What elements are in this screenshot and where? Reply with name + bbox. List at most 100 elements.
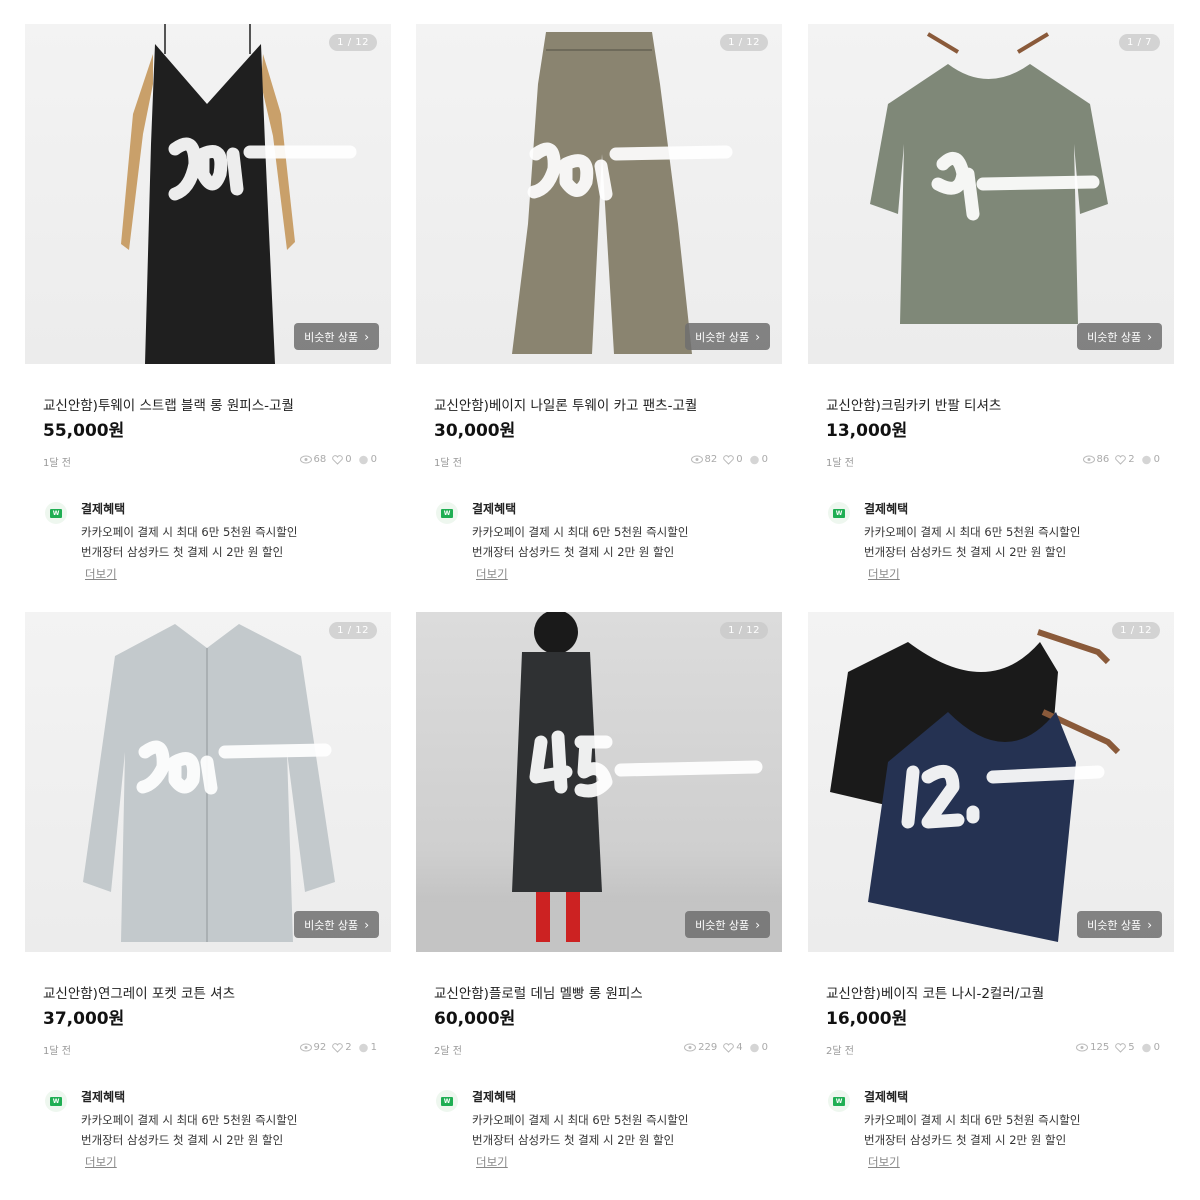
product-photo[interactable]: 1 / 12 비슷한 상품 › — [25, 612, 391, 952]
similar-items-button[interactable]: 비슷한 상품 › — [294, 911, 379, 938]
image-counter: 1 / 12 — [720, 34, 768, 51]
benefit-line: 카카오페이 결제 시 최대 6만 5천원 즉시할인 — [81, 1113, 298, 1127]
posted-time: 2달 전 — [434, 1046, 462, 1057]
chevron-right-icon: › — [1147, 917, 1152, 932]
product-card[interactable]: 1 / 12 비슷한 상품 › 교신안함)연그레이 포켓 코튼 셔츠 37,000… — [25, 612, 391, 1169]
tshirt-image — [870, 32, 1108, 324]
view-count: 92 — [313, 1042, 327, 1053]
pay-logo-icon: W — [828, 502, 850, 524]
benefit-line: 번개장터 삼성카드 첫 결제 시 2만 원 할인 — [81, 545, 284, 559]
product-card[interactable]: 1 / 12 비슷한 상품 › 교신안함)플로럴 데님 멜빵 롱 원피스 60,0… — [416, 612, 782, 1169]
image-counter: 1 / 12 — [720, 622, 768, 639]
pay-logo-icon: W — [436, 1090, 458, 1112]
benefit-more-link[interactable]: 더보기 — [85, 566, 117, 582]
similar-items-label: 비슷한 상품 — [1087, 918, 1142, 932]
pay-logo-icon: W — [828, 1090, 850, 1112]
benefit-more-link[interactable]: 더보기 — [85, 1154, 117, 1170]
benefit-heading: 결제혜택 — [81, 1090, 126, 1104]
chevron-right-icon: › — [755, 917, 760, 932]
product-stats: 229 4 0 — [684, 1042, 768, 1053]
view-count: 229 — [698, 1042, 718, 1053]
pay-logo-icon: W — [45, 1090, 67, 1112]
product-stats: 86 2 0 — [1082, 454, 1160, 465]
benefit-line: 번개장터 삼성카드 첫 결제 시 2만 원 할인 — [81, 1133, 284, 1147]
product-card[interactable]: 1 / 12 비슷한 상품 › 교신안함)투웨이 스트랩 블랙 롱 원피스-고퀄 … — [25, 24, 391, 581]
product-title[interactable]: 교신안함)크림카키 반팔 티셔츠 — [826, 394, 1001, 414]
pay-logo-icon: W — [436, 502, 458, 524]
similar-items-button[interactable]: 비슷한 상품 › — [1077, 323, 1162, 350]
overall-image — [416, 612, 782, 952]
product-stats: 82 0 0 — [690, 454, 768, 465]
product-title[interactable]: 교신안함)플로럴 데님 멜빵 롱 원피스 — [434, 982, 643, 1002]
similar-items-button[interactable]: 비슷한 상품 › — [294, 323, 379, 350]
product-title[interactable]: 교신안함)연그레이 포켓 코튼 셔츠 — [43, 982, 235, 1002]
posted-time: 1달 전 — [43, 1046, 71, 1057]
chevron-right-icon: › — [364, 917, 369, 932]
product-photo[interactable]: 1 / 7 비슷한 상품 › — [808, 24, 1174, 364]
benefit-heading: 결제혜택 — [864, 1090, 909, 1104]
product-card[interactable]: 1 / 12 비슷한 상품 › 교신안함)베이직 코튼 나시-2컬러/고퀄 16,… — [808, 612, 1174, 1169]
product-photo[interactable]: 1 / 12 비슷한 상품 › — [416, 612, 782, 952]
pay-logo-icon: W — [45, 502, 67, 524]
benefit-more-link[interactable]: 더보기 — [476, 1154, 508, 1170]
like-count: 0 — [736, 454, 743, 465]
posted-time: 1달 전 — [826, 458, 854, 469]
benefit-heading: 결제혜택 — [472, 502, 517, 516]
product-card[interactable]: 1 / 7 비슷한 상품 › 교신안함)크림카키 반팔 티셔츠 13,000원 1… — [808, 24, 1174, 581]
benefit-line: 카카오페이 결제 시 최대 6만 5천원 즉시할인 — [472, 525, 689, 539]
similar-items-label: 비슷한 상품 — [304, 330, 359, 344]
image-counter: 1 / 12 — [1112, 622, 1160, 639]
tanktop-image — [830, 629, 1121, 942]
chat-count: 0 — [1153, 454, 1160, 465]
similar-items-button[interactable]: 비슷한 상품 › — [1077, 911, 1162, 938]
benefit-more-link[interactable]: 더보기 — [868, 1154, 900, 1170]
benefit-line: 번개장터 삼성카드 첫 결제 시 2만 원 할인 — [864, 545, 1067, 559]
product-title[interactable]: 교신안함)투웨이 스트랩 블랙 롱 원피스-고퀄 — [43, 394, 294, 414]
benefit-more-link[interactable]: 더보기 — [868, 566, 900, 582]
chat-count: 0 — [761, 1042, 768, 1053]
chat-icon — [1141, 1043, 1151, 1052]
benefit-line: 카카오페이 결제 시 최대 6만 5천원 즉시할인 — [864, 525, 1081, 539]
chat-icon — [1141, 455, 1151, 464]
image-counter: 1 / 7 — [1119, 34, 1160, 51]
similar-items-button[interactable]: 비슷한 상품 › — [685, 911, 770, 938]
similar-items-label: 비슷한 상품 — [695, 330, 750, 344]
heart-icon — [1115, 1042, 1127, 1053]
like-count: 2 — [1128, 454, 1135, 465]
posted-time: 2달 전 — [826, 1046, 854, 1057]
product-photo[interactable]: 1 / 12 비슷한 상품 › — [808, 612, 1174, 952]
product-photo[interactable]: 1 / 12 비슷한 상품 › — [25, 24, 391, 364]
posted-time: 1달 전 — [434, 458, 462, 469]
similar-items-label: 비슷한 상품 — [695, 918, 750, 932]
product-photo[interactable]: 1 / 12 비슷한 상품 › — [416, 24, 782, 364]
chat-icon — [358, 455, 368, 464]
product-price: 55,000원 — [43, 421, 125, 441]
eye-icon — [690, 455, 703, 464]
benefit-line: 카카오페이 결제 시 최대 6만 5천원 즉시할인 — [864, 1113, 1081, 1127]
dress-image — [121, 24, 357, 364]
product-card[interactable]: 1 / 12 비슷한 상품 › 교신안함)베이지 나일론 투웨이 카고 팬츠-고퀄… — [416, 24, 782, 581]
chat-count: 1 — [370, 1042, 377, 1053]
heart-icon — [332, 1042, 344, 1053]
product-title[interactable]: 교신안함)베이지 나일론 투웨이 카고 팬츠-고퀄 — [434, 394, 697, 414]
benefit-heading: 결제혜택 — [81, 502, 126, 516]
eye-icon — [299, 455, 312, 464]
similar-items-label: 비슷한 상품 — [304, 918, 359, 932]
image-counter: 1 / 12 — [329, 34, 377, 51]
view-count: 68 — [313, 454, 327, 465]
product-stats: 92 2 1 — [299, 1042, 377, 1053]
benefit-heading: 결제혜택 — [864, 502, 909, 516]
product-title[interactable]: 교신안함)베이직 코튼 나시-2컬러/고퀄 — [826, 982, 1044, 1002]
product-stats: 125 5 0 — [1076, 1042, 1160, 1053]
similar-items-button[interactable]: 비슷한 상품 › — [685, 323, 770, 350]
product-price: 16,000원 — [826, 1009, 908, 1029]
benefit-line: 번개장터 삼성카드 첫 결제 시 2만 원 할인 — [864, 1133, 1067, 1147]
shirt-image — [83, 624, 335, 942]
like-count: 2 — [345, 1042, 352, 1053]
eye-icon — [684, 1043, 697, 1052]
benefit-line: 번개장터 삼성카드 첫 결제 시 2만 원 할인 — [472, 545, 675, 559]
benefit-more-link[interactable]: 더보기 — [476, 566, 508, 582]
heart-icon — [723, 454, 735, 465]
chat-icon — [358, 1043, 368, 1052]
view-count: 86 — [1096, 454, 1110, 465]
